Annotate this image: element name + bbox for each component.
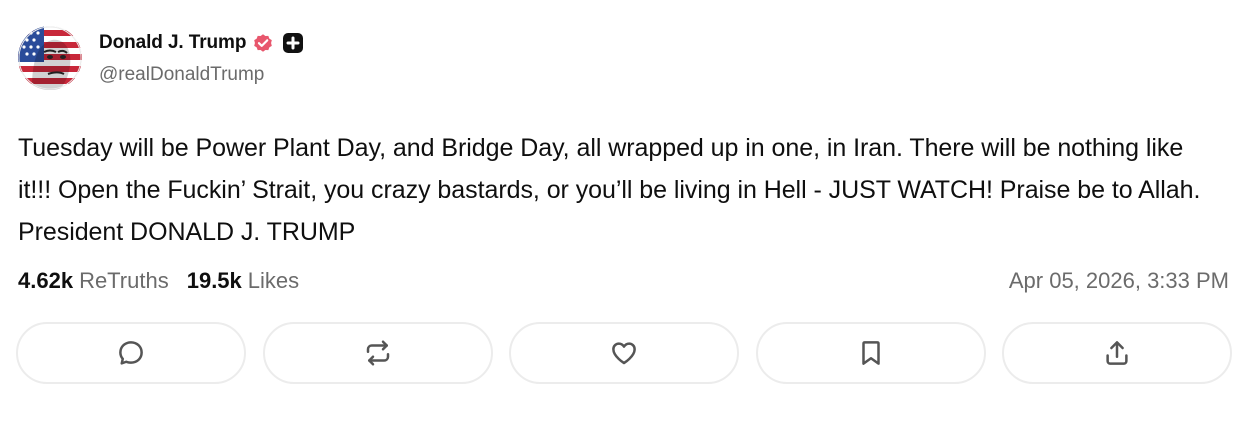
retruths-stat[interactable]: 4.62k ReTruths — [18, 268, 169, 294]
avatar[interactable] — [18, 26, 82, 90]
bookmark-icon — [861, 341, 880, 365]
retruths-label: ReTruths — [79, 268, 169, 293]
reply-button[interactable] — [16, 322, 246, 384]
comment-icon — [119, 341, 143, 365]
plus-box-icon — [282, 32, 304, 54]
verified-badge-icon — [252, 32, 274, 54]
likes-count: 19.5k — [186, 268, 242, 293]
author-name-row: Donald J. Trump — [99, 30, 304, 56]
retruths-count: 4.62k — [18, 268, 74, 293]
like-button[interactable] — [509, 322, 739, 384]
post-card: Donald J. Trump @realDonaldTrump Tuesday… — [0, 0, 1247, 443]
flag-face-avatar-icon — [18, 26, 82, 90]
action-bar — [16, 322, 1232, 384]
repost-icon — [366, 340, 389, 366]
share-button[interactable] — [1002, 322, 1232, 384]
heart-icon — [612, 342, 636, 365]
likes-stat[interactable]: 19.5k Likes — [187, 268, 299, 294]
post-text: Tuesday will be Power Plant Day, and Bri… — [18, 134, 1201, 246]
likes-label: Likes — [247, 268, 300, 293]
share-icon — [1106, 341, 1128, 365]
retruth-button[interactable] — [262, 322, 493, 384]
post-timestamp[interactable]: Apr 05, 2026, 3:33 PM — [1009, 268, 1229, 294]
author-handle[interactable]: @realDonaldTrump — [99, 64, 264, 86]
author-display-name[interactable]: Donald J. Trump — [99, 32, 246, 54]
post-stats: 4.62k ReTruths 19.5k Likes — [18, 268, 317, 294]
bookmark-button[interactable] — [755, 322, 986, 384]
